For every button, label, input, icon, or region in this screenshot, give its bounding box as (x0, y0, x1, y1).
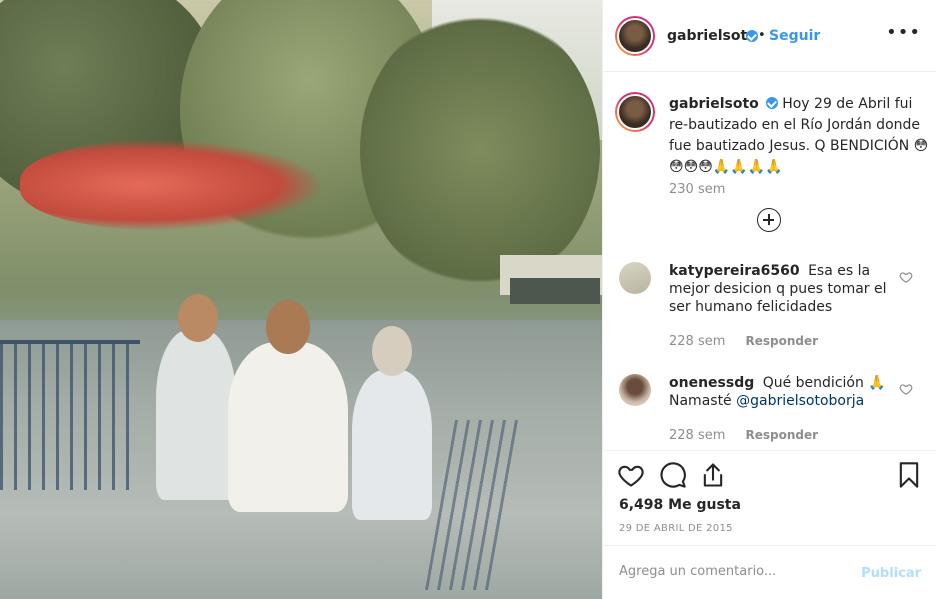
verified-badge-icon (765, 97, 778, 109)
comment-body: katypereira6560 Esa es la mejor desicion… (669, 262, 895, 316)
post-header: gabrielsoto • Seguir ••• (603, 0, 936, 72)
post-caption: gabrielsoto Hoy 29 de Abril fui re-bauti… (669, 94, 929, 178)
like-comment-heart-icon[interactable] (899, 270, 913, 284)
reply-button[interactable]: Responder (746, 428, 819, 442)
likes-count[interactable]: 6,498 Me gusta (619, 497, 741, 513)
comments-list[interactable]: gabrielsoto Hoy 29 de Abril fui re-bauti… (603, 72, 936, 450)
comment-body: onenessdg Qué bendición 🙏 Namasté @gabri… (669, 374, 895, 410)
comment-meta: 228 sem Responder (669, 428, 818, 443)
separator-dot: • (758, 28, 766, 43)
verified-badge-icon (743, 30, 758, 45)
caption-avatar[interactable] (615, 92, 655, 132)
caption-username[interactable]: gabrielsoto (669, 96, 759, 112)
post-actions: 6,498 Me gusta 29 DE ABRIL DE 2015 Publi… (603, 450, 936, 599)
commenter-avatar[interactable] (619, 262, 651, 294)
like-heart-icon[interactable] (617, 461, 645, 489)
comment-input[interactable] (619, 564, 859, 579)
photo-flowers (20, 140, 320, 230)
photo-bridge-arch (510, 278, 600, 304)
follow-button[interactable]: Seguir (769, 28, 820, 44)
more-options-icon[interactable]: ••• (886, 22, 921, 43)
post-date[interactable]: 29 DE ABRIL DE 2015 (619, 523, 733, 534)
photo-tree (360, 10, 600, 290)
photo-fence (0, 340, 140, 490)
photo-person-head (372, 326, 412, 376)
photo-person-head (178, 294, 218, 342)
post-photo[interactable] (0, 0, 602, 599)
commenter-avatar[interactable] (619, 374, 651, 406)
photo-person (352, 370, 432, 520)
save-bookmark-icon[interactable] (895, 461, 923, 489)
add-comment-section: Publicar (603, 545, 936, 599)
caption-timestamp[interactable]: 230 sem (669, 182, 725, 197)
comment-text: Qué bendición 🙏 (762, 375, 886, 391)
like-comment-heart-icon[interactable] (899, 382, 913, 396)
comment-meta: 228 sem Responder (669, 334, 818, 349)
photo-person (228, 342, 348, 512)
author-avatar[interactable] (615, 16, 655, 56)
comment-bubble-icon[interactable] (659, 461, 687, 489)
photo-person-head (266, 300, 310, 354)
comment-timestamp[interactable]: 228 sem (669, 334, 725, 349)
photo-person (156, 330, 236, 500)
comment-text-prefix: Namasté (669, 393, 737, 409)
commenter-username[interactable]: onenessdg (669, 375, 754, 391)
load-more-comments-icon[interactable] (757, 208, 781, 232)
reply-button[interactable]: Responder (746, 334, 819, 348)
publish-button[interactable]: Publicar (861, 566, 921, 581)
post-side-panel: gabrielsoto • Seguir ••• gabrielsoto Hoy… (602, 0, 936, 599)
comment-timestamp[interactable]: 228 sem (669, 428, 725, 443)
share-icon[interactable] (699, 461, 727, 489)
commenter-username[interactable]: katypereira6560 (669, 263, 800, 279)
mention-link[interactable]: @gabrielsotoborja (736, 393, 864, 409)
